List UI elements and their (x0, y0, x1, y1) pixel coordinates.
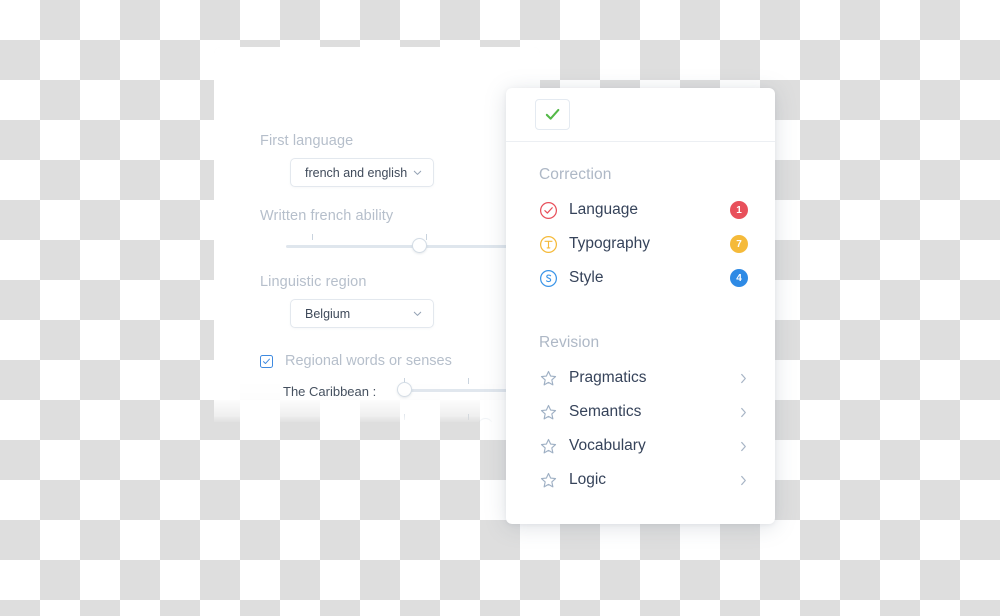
slider-knob[interactable] (477, 418, 493, 422)
canvas-background: First language french and english Writte… (0, 0, 1000, 616)
regional-words-checkbox[interactable] (260, 354, 273, 368)
linguistic-region-select[interactable]: Belgium (290, 299, 434, 328)
tool-label-typography: Typography (569, 235, 650, 252)
first-language-value: french and english (305, 165, 408, 180)
style-circle-icon (539, 269, 558, 288)
tool-label-language: Language (569, 201, 638, 218)
tool-item-language[interactable]: Language 1 (506, 193, 775, 227)
typography-circle-icon (539, 235, 558, 254)
regional-words-checkbox-row[interactable]: Regional words or senses (260, 353, 452, 369)
revision-section: Revision Pragmatics Semantics Vocabulary… (506, 334, 775, 497)
chevron-down-icon (412, 167, 423, 178)
written-ability-slider[interactable] (286, 234, 540, 256)
belgium-label: Belgium : (283, 420, 337, 422)
slider-tick (426, 234, 427, 240)
chevron-right-icon (739, 406, 748, 419)
tool-label-semantics: Semantics (569, 403, 642, 420)
caribbean-label: The Caribbean : (283, 384, 377, 399)
tool-item-style[interactable]: Style 4 (506, 261, 775, 295)
star-icon (539, 403, 558, 422)
badge-language: 1 (730, 201, 748, 219)
tool-label-vocabulary: Vocabulary (569, 437, 646, 454)
badge-style: 4 (730, 269, 748, 287)
tool-item-pragmatics[interactable]: Pragmatics (506, 361, 775, 395)
chevron-right-icon (739, 372, 748, 385)
chevron-down-icon (412, 308, 423, 319)
slider-tick (404, 414, 405, 420)
linguistic-region-label: Linguistic region (260, 274, 367, 290)
tool-item-semantics[interactable]: Semantics (506, 395, 775, 429)
slider-tick (468, 414, 469, 420)
correction-tools-card: Correction Language 1 Typography 7 Style… (506, 88, 775, 524)
revision-section-title: Revision (539, 334, 600, 351)
star-icon (539, 437, 558, 456)
correction-section-title: Correction (539, 166, 612, 183)
chevron-right-icon (739, 440, 748, 453)
slider-tick (468, 378, 469, 384)
accept-all-button[interactable] (535, 99, 570, 130)
tool-label-style: Style (569, 269, 604, 286)
settings-panel: First language french and english Writte… (214, 47, 540, 422)
chevron-right-icon (739, 474, 748, 487)
regional-words-label: Regional words or senses (285, 353, 452, 369)
star-icon (539, 369, 558, 388)
tool-item-vocabulary[interactable]: Vocabulary (506, 429, 775, 463)
check-circle-icon (539, 201, 558, 220)
tools-card-header (506, 88, 775, 142)
first-language-select[interactable]: french and english (290, 158, 434, 187)
star-icon (539, 471, 558, 490)
check-icon (544, 106, 561, 123)
slider-knob[interactable] (411, 238, 427, 253)
first-language-label: First language (260, 133, 354, 149)
tool-label-pragmatics: Pragmatics (569, 369, 647, 386)
tool-item-logic[interactable]: Logic (506, 463, 775, 497)
slider-knob[interactable] (396, 382, 412, 397)
written-ability-label: Written french ability (260, 208, 394, 224)
slider-tick (312, 234, 313, 240)
tool-item-typography[interactable]: Typography 7 (506, 227, 775, 261)
tools-card-body: Correction Language 1 Typography 7 Style… (506, 142, 775, 497)
linguistic-region-value: Belgium (305, 306, 351, 321)
badge-typography: 7 (730, 235, 748, 253)
tool-label-logic: Logic (569, 471, 607, 488)
